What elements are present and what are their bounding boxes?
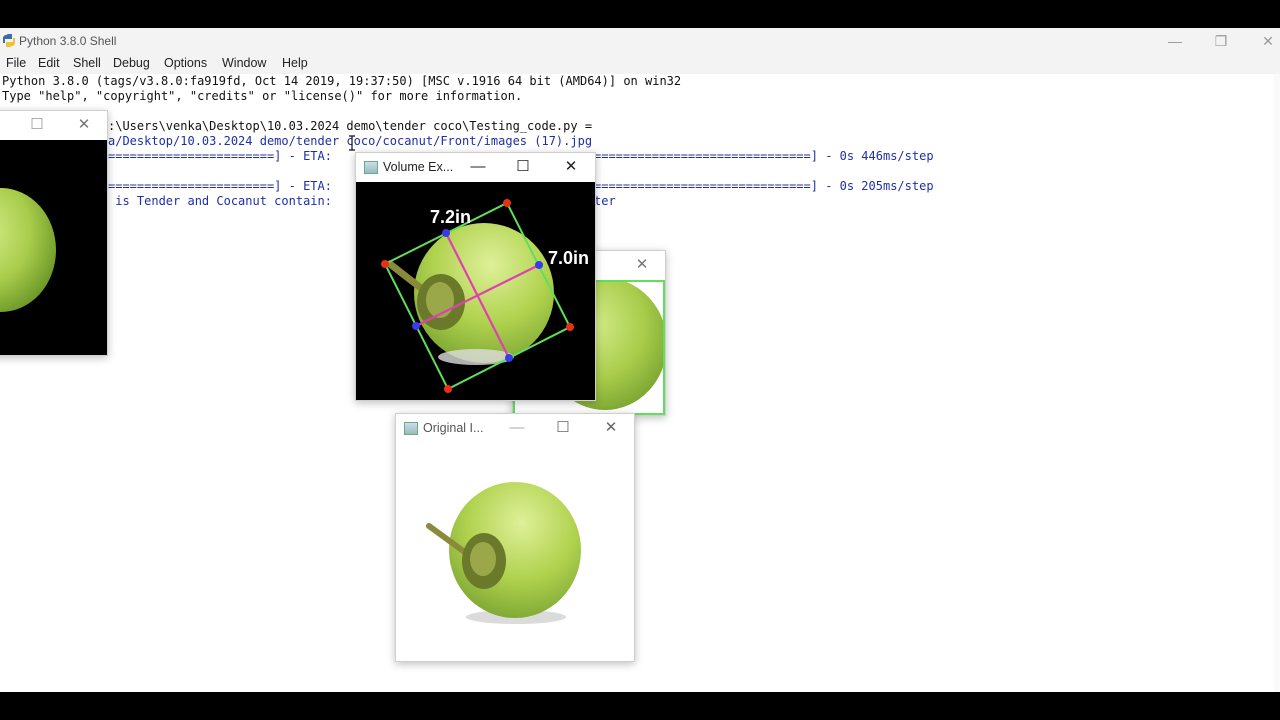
volume-measurement-image: 7.2in 7.0in [356,182,595,400]
menu-help[interactable]: Help [282,56,308,70]
minimize-icon[interactable]: — [502,417,532,439]
shell-line-progress-1b: ==============================] - 0s 446… [594,149,934,163]
menu-shell[interactable]: Shell [73,56,101,70]
close-icon[interactable]: ✕ [69,114,99,136]
window-title: Python 3.8.0 Shell [19,34,117,48]
shell-line-restart: :\Users\venka\Desktop\10.03.2024 demo\te… [108,119,593,133]
menu-options[interactable]: Options [164,56,207,70]
shell-line-result: is Tender and Cocanut contain: [108,194,332,208]
shell-line-progress-2a: =======================] - ETA: [108,179,332,193]
original-coconut-image [396,443,634,661]
menu-debug[interactable]: Debug [113,56,150,70]
close-icon[interactable]: ✕ [556,156,586,178]
menu-edit[interactable]: Edit [38,56,60,70]
shell-line-help: Type "help", "copyright", "credits" or "… [2,89,523,103]
shell-line-progress-1a: =======================] - ETA: [108,149,332,163]
cv-window-original-titlebar[interactable]: Original I... — ☐ ✕ [396,414,634,443]
cv-window-left-titlebar[interactable]: ☐ ✕ [0,111,107,140]
minimize-button[interactable]: — [1162,31,1188,51]
cv-window-left[interactable]: ☐ ✕ [0,110,108,356]
window-app-icon [364,161,378,174]
dimension-label-a: 7.2in [430,207,471,227]
cv-window-volume-title: Volume Ex... [383,160,454,174]
shell-line-banner: Python 3.8.0 (tags/v3.8.0:fa919fd, Oct 1… [2,74,682,88]
shell-titlebar[interactable]: Python 3.8.0 Shell — ❐ ✕ [0,28,1280,54]
minimize-icon[interactable]: — [463,156,493,178]
maximize-icon[interactable]: ☐ [508,156,538,178]
maximize-icon[interactable]: ☐ [548,417,578,439]
cv-window-original-title: Original I... [423,421,484,435]
menu-window[interactable]: Window [222,56,266,70]
window-app-icon [404,422,418,435]
shell-line-progress-2b: ==============================] - 0s 205… [594,179,934,193]
close-button[interactable]: ✕ [1255,31,1280,51]
menubar: File Edit Shell Debug Options Window Hel… [0,54,1280,75]
scrollbar[interactable] [1274,74,1280,692]
dimension-label-b: 7.0in [548,248,589,268]
python-icon [3,34,15,47]
text-cursor-icon [349,135,355,151]
cv-window-volume[interactable]: Volume Ex... — ☐ ✕ 7.2in 7.0in [355,152,596,401]
close-icon[interactable]: ✕ [596,417,626,439]
shell-line-result-end: ter [594,194,616,208]
restore-button[interactable]: ❐ [1208,31,1234,51]
menu-file[interactable]: File [6,56,26,70]
cv-window-original[interactable]: Original I... — ☐ ✕ [395,413,635,662]
cv-window-left-image [0,140,107,355]
cv-window-volume-titlebar[interactable]: Volume Ex... — ☐ ✕ [356,153,595,182]
maximize-icon[interactable]: ☐ [22,114,52,136]
desktop: Python 3.8.0 Shell — ❐ ✕ File Edit Shell… [0,28,1280,692]
close-icon[interactable]: ✕ [627,254,657,276]
